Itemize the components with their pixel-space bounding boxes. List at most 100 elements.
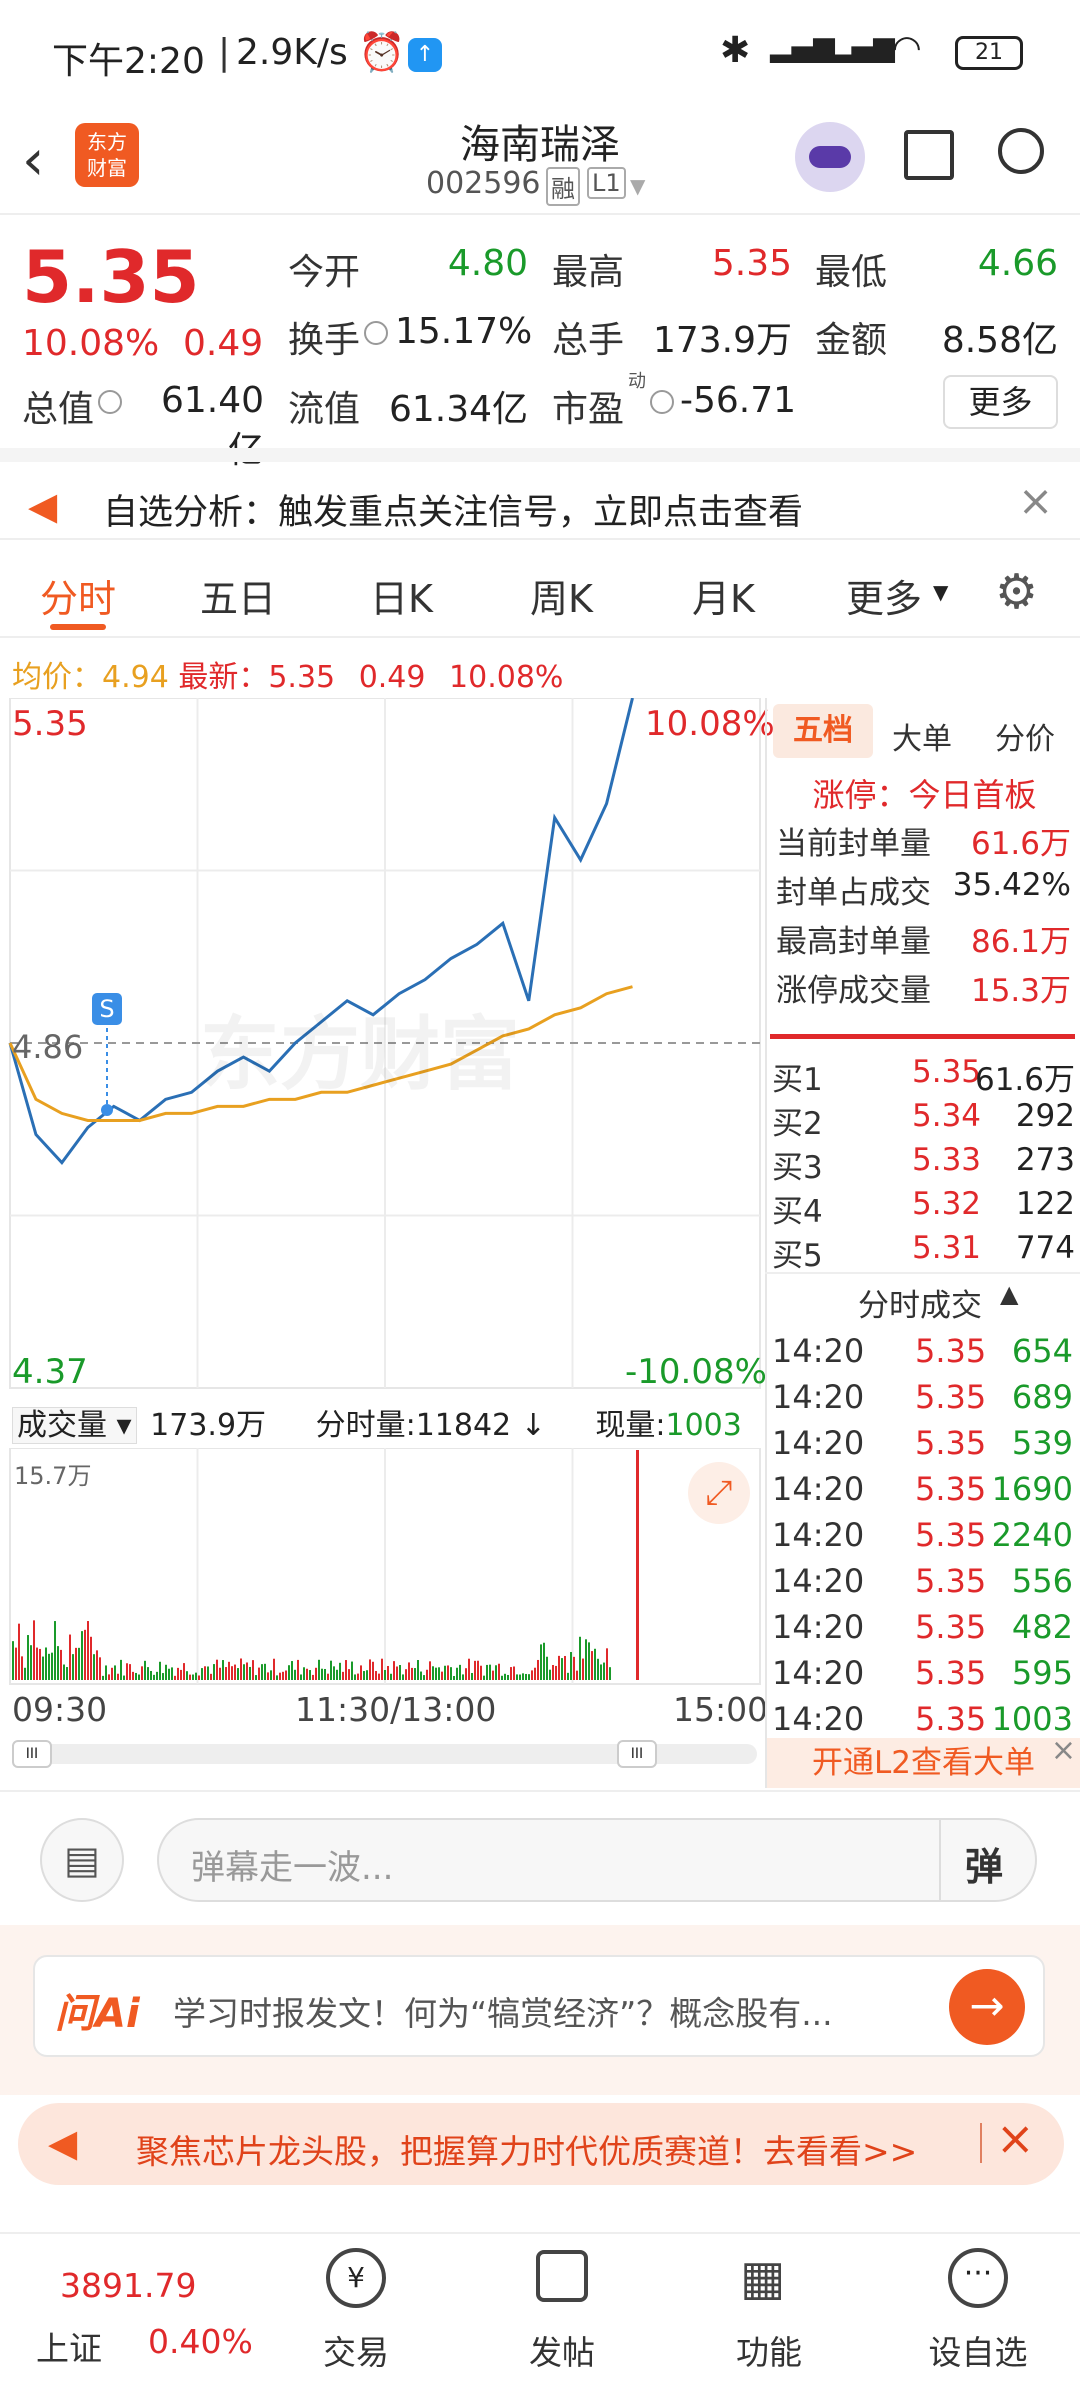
trade-row: 14:20 5.35 539 — [772, 1424, 1073, 1462]
volume-bar — [429, 1661, 431, 1680]
index-pct[interactable]: 0.40% — [148, 2322, 253, 2361]
expand-icon[interactable]: ⤢ — [688, 1462, 750, 1524]
robot-avatar-icon[interactable] — [795, 122, 865, 192]
tab-level5[interactable]: 五档 — [773, 704, 873, 758]
volume-bar — [99, 1657, 101, 1680]
volume-selector[interactable]: 成交量 ▾ — [12, 1407, 137, 1444]
bid-row[interactable]: 买5 5.31 774 — [770, 1230, 1075, 1274]
volume-bar — [342, 1671, 344, 1680]
current-volume-label: 现量: — [595, 1408, 666, 1443]
close-icon[interactable]: × — [996, 2111, 1035, 2165]
volume-bar — [57, 1646, 59, 1680]
volume-bar — [573, 1656, 575, 1680]
nav-post[interactable]: 发帖 — [502, 2326, 622, 2374]
volume-bar — [27, 1635, 29, 1680]
volume-bar — [519, 1674, 521, 1680]
volume-bar — [516, 1674, 518, 1680]
volume-bar — [222, 1660, 224, 1680]
info-icon[interactable] — [364, 321, 388, 345]
volume-bar — [483, 1675, 485, 1680]
arrow-right-icon[interactable]: → — [949, 1969, 1025, 2045]
volume-bar — [60, 1649, 62, 1680]
volume-bar — [432, 1666, 434, 1680]
volume-bar — [285, 1670, 287, 1680]
close-icon[interactable]: × — [1051, 1726, 1076, 1776]
l2-upgrade-link[interactable]: 开通L2查看大单 × — [767, 1733, 1080, 1788]
tab-five-day[interactable]: 五日 — [200, 568, 276, 623]
volume-bar — [282, 1671, 284, 1680]
tab-daily-k[interactable]: 日K — [370, 568, 433, 623]
bid-row[interactable]: 买2 5.34 292 — [770, 1098, 1075, 1142]
info-icon[interactable] — [650, 390, 674, 414]
promo-banner[interactable]: ◀ 聚焦芯片龙头股，把握算力时代优质赛道！去看看>> × — [18, 2103, 1064, 2185]
bid-row[interactable]: 买4 5.32 122 — [770, 1186, 1075, 1230]
volume-bar — [387, 1665, 389, 1680]
edit-icon[interactable] — [536, 2250, 588, 2302]
tab-weekly-k[interactable]: 周K — [530, 568, 593, 623]
volume-bar — [504, 1673, 506, 1680]
bid-row[interactable]: 买1 5.35 61.6万 — [770, 1054, 1075, 1098]
mid-price-label: 4.86 — [12, 1028, 84, 1066]
ai-box[interactable]: 问Ai 学习时报发文！何为“犒赏经济”？概念股有... → — [33, 1955, 1045, 2057]
trades-title[interactable]: 分时成交 — [858, 1280, 982, 1325]
volume-bar — [246, 1662, 248, 1680]
tab-price-dist[interactable]: 分价 — [995, 714, 1055, 758]
more-button[interactable]: 更多 — [943, 375, 1058, 429]
volume-bar — [414, 1668, 416, 1680]
danmu-toggle-button[interactable]: 弹 — [965, 1836, 1003, 1891]
volume-bar — [534, 1667, 536, 1680]
trade-row: 14:20 5.35 689 — [772, 1378, 1073, 1416]
dropdown-icon[interactable]: ▼ — [630, 174, 645, 198]
gear-icon[interactable]: ⚙ — [995, 564, 1038, 620]
volume-bar — [330, 1660, 332, 1680]
chevron-up-icon[interactable]: ▲ — [1000, 1280, 1018, 1308]
volume-bar — [456, 1667, 458, 1680]
tab-monthly-k[interactable]: 月K — [692, 568, 755, 623]
volume-bar — [588, 1642, 590, 1680]
volume-bar — [480, 1665, 482, 1680]
more-icon[interactable]: ··· — [948, 2248, 1008, 2308]
index-name[interactable]: 上证 — [36, 2322, 102, 2370]
turnover-label: 换手 — [288, 320, 361, 361]
volume-bar — [336, 1669, 338, 1680]
turnover-value: 15.17% — [395, 311, 533, 352]
tab-intraday[interactable]: 分时 — [40, 568, 116, 623]
volume-chart[interactable] — [0, 1448, 765, 1688]
signal-marker[interactable]: S — [92, 993, 122, 1025]
info-icon[interactable] — [98, 390, 122, 414]
time-axis-end: 15:00 — [673, 1690, 769, 1729]
close-icon[interactable]: × — [1018, 476, 1053, 525]
volume-bar — [474, 1660, 476, 1680]
volume-bar — [21, 1656, 23, 1680]
nav-functions[interactable]: 功能 — [709, 2326, 829, 2374]
index-value[interactable]: 3891.79 — [60, 2266, 196, 2305]
range-slider[interactable]: III III — [12, 1740, 757, 1768]
high-label: 最高 — [552, 252, 625, 293]
slider-left-handle[interactable]: III — [12, 1740, 52, 1768]
bid-row[interactable]: 买3 5.33 273 — [770, 1142, 1075, 1186]
danmu-input[interactable]: 弹幕走一波... 弹 — [157, 1818, 1037, 1902]
search-icon[interactable] — [998, 128, 1044, 174]
marker-dot — [101, 1104, 113, 1116]
nav-add-watchlist[interactable]: 设自选 — [918, 2326, 1038, 2374]
danmu-list-icon[interactable]: ▤ — [40, 1818, 124, 1902]
analysis-banner[interactable]: ◀ 自选分析：触发重点关注信号，立即点击查看 × — [0, 448, 1080, 540]
tab-big-orders[interactable]: 大单 — [892, 714, 952, 758]
banner-text: 自选分析：触发重点关注信号，立即点击查看 — [103, 493, 804, 533]
megaphone-icon: ◀ — [48, 2121, 78, 2165]
volume-bar — [489, 1664, 491, 1680]
volume-bar — [372, 1661, 374, 1680]
volume-bar — [306, 1668, 308, 1680]
slider-right-handle[interactable]: III — [617, 1740, 657, 1768]
volume-bar — [348, 1669, 350, 1680]
nav-trade[interactable]: 交易 — [296, 2326, 416, 2374]
volume-bar — [426, 1669, 428, 1680]
share-icon[interactable] — [904, 130, 954, 180]
volume-bar — [66, 1667, 68, 1680]
top-pct-label: 10.08% — [645, 704, 775, 744]
apps-icon[interactable]: ▦ — [740, 2250, 785, 2306]
tab-more[interactable]: 更多 — [846, 568, 922, 623]
limit-stat-row: 涨停成交量 15.3万 — [776, 973, 1071, 1009]
volume-bar — [210, 1673, 212, 1680]
trade-icon[interactable]: ¥ — [326, 2248, 386, 2308]
